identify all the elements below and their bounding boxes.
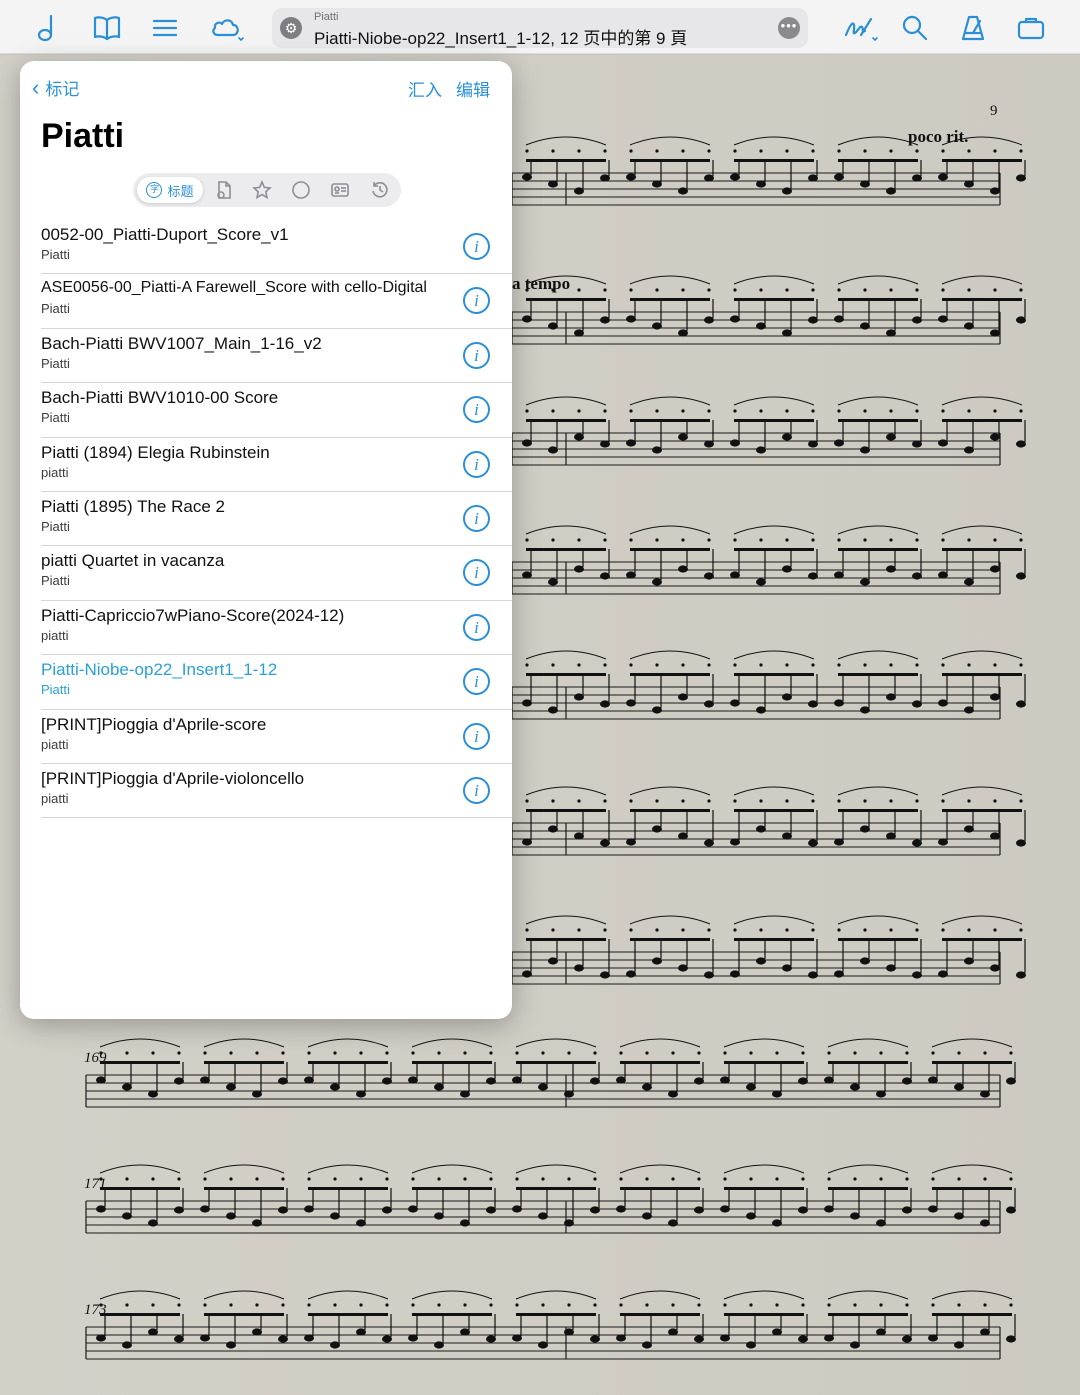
list-item-selected[interactable]: Piatti-Niobe-op22_Insert1_1-12 Piatti i <box>41 655 512 710</box>
list-item[interactable]: Bach-Piatti BWV1007_Main_1-16_v2 Piatti … <box>41 329 512 384</box>
document-title: Piatti-Niobe-op22_Insert1_1-12, 12 页中的第 … <box>314 29 688 48</box>
item-subtitle: piatti <box>41 736 69 752</box>
info-icon[interactable]: i <box>463 776 490 804</box>
info-icon[interactable]: i <box>463 233 490 260</box>
info-icon[interactable]: i <box>463 559 490 587</box>
segment-title-label: 标题 <box>167 183 194 199</box>
segment-circle[interactable] <box>286 177 316 203</box>
card-icon <box>331 183 349 197</box>
item-title: piatti Quartet in vacanza <box>41 551 225 571</box>
chevron-left-icon: ‹ <box>32 74 40 100</box>
gear-icon[interactable]: ⚙ <box>280 17 302 39</box>
item-subtitle: piatti <box>41 464 69 480</box>
list-item[interactable]: [PRINT]Pioggia d'Aprile-score piatti i <box>41 710 512 764</box>
staff <box>511 396 1026 466</box>
item-title: [PRINT]Pioggia d'Aprile-score <box>41 714 267 734</box>
history-icon <box>372 182 388 198</box>
item-subtitle: Piatti <box>41 682 70 698</box>
metronome-icon[interactable] <box>954 9 992 47</box>
item-title: Piatti (1894) Elegia Rubinstein <box>41 442 270 462</box>
list-item[interactable]: [PRINT]Pioggia d'Aprile-violoncello piat… <box>41 764 512 819</box>
list-item[interactable]: Piatti (1895) The Race 2 Piatti i <box>41 492 512 547</box>
item-subtitle: Piatti <box>41 355 70 371</box>
back-label: 标记 <box>45 80 80 99</box>
staff <box>85 1290 1016 1360</box>
measure-number: 173 <box>84 1302 107 1318</box>
staff <box>85 1164 1016 1234</box>
item-title: ASE0056-00_Piatti-A Farewell_Score with … <box>41 279 427 297</box>
star-icon <box>252 180 272 200</box>
segment-history[interactable] <box>365 177 395 203</box>
import-button[interactable]: 汇入 <box>408 76 442 101</box>
search-icon[interactable] <box>896 9 934 47</box>
page-number: 9 <box>990 103 998 119</box>
bookmark-list: 0052-00_Piatti-Duport_Score_v1 Piatti i … <box>20 220 512 819</box>
circle-icon <box>292 181 310 199</box>
cloud-icon[interactable] <box>204 9 250 47</box>
item-subtitle: piatti <box>41 790 69 806</box>
item-title: Piatti-Capriccio7wPiano-Score(2024-12) <box>41 605 345 625</box>
list-icon[interactable] <box>146 9 184 47</box>
tempo-mark-a-tempo: a tempo <box>512 274 571 293</box>
back-button[interactable]: ‹ 标记 <box>32 75 79 100</box>
segment-file[interactable] <box>209 177 239 203</box>
item-title: [PRINT]Pioggia d'Aprile-violoncello <box>41 768 305 788</box>
list-item[interactable]: Bach-Piatti BWV1010-00 Score Piatti i <box>41 383 512 438</box>
info-icon[interactable]: i <box>463 450 490 478</box>
note-icon[interactable] <box>30 9 68 47</box>
item-title: 0052-00_Piatti-Duport_Score_v1 <box>41 225 289 244</box>
edit-button[interactable]: 编辑 <box>456 76 490 101</box>
tempo-mark-poco-rit: poco rit. <box>908 127 969 146</box>
staff <box>85 1038 1016 1108</box>
measure-number: 171 <box>84 1176 107 1192</box>
popover-actions: 汇入 编辑 <box>408 76 490 101</box>
staff <box>511 650 1026 720</box>
popover-title: Piatti <box>41 117 125 155</box>
info-icon[interactable]: i <box>463 396 490 424</box>
item-subtitle: piatti <box>41 627 69 643</box>
segment-card[interactable] <box>325 177 355 203</box>
title-badge-icon: 字 <box>146 182 163 198</box>
staff <box>511 786 1026 856</box>
staff <box>511 915 1026 985</box>
annotate-icon[interactable] <box>838 9 884 47</box>
item-subtitle: Piatti <box>41 247 70 262</box>
segment-title[interactable]: 字 标题 <box>137 177 203 203</box>
item-title: Piatti-Niobe-op22_Insert1_1-12 <box>41 660 278 680</box>
list-item[interactable]: ASE0056-00_Piatti-A Farewell_Score with … <box>41 274 512 329</box>
info-icon[interactable]: i <box>463 668 490 696</box>
item-subtitle: Piatti <box>41 573 70 589</box>
toolbox-icon[interactable] <box>1012 9 1050 47</box>
list-item[interactable]: piatti Quartet in vacanza Piatti i <box>41 546 512 601</box>
item-title: Bach-Piatti BWV1007_Main_1-16_v2 <box>41 333 322 353</box>
item-subtitle: Piatti <box>41 518 70 534</box>
staff <box>511 275 1026 345</box>
list-item[interactable]: Piatti (1894) Elegia Rubinstein piatti i <box>41 438 512 492</box>
info-icon[interactable]: i <box>463 341 490 369</box>
info-icon[interactable]: i <box>463 504 490 532</box>
info-icon[interactable]: i <box>463 613 490 641</box>
file-icon <box>217 181 231 199</box>
info-icon[interactable]: i <box>463 287 490 315</box>
book-icon[interactable] <box>88 9 126 47</box>
document-title-bar[interactable]: ⚙ Piatti Piatti-Niobe-op22_Insert1_1-12,… <box>272 8 808 48</box>
list-item[interactable]: 0052-00_Piatti-Duport_Score_v1 Piatti i <box>41 220 512 275</box>
staff <box>511 136 1026 206</box>
segment-favorites[interactable] <box>247 177 277 203</box>
info-icon[interactable]: i <box>463 722 490 750</box>
list-item[interactable]: Piatti-Capriccio7wPiano-Score(2024-12) p… <box>41 601 512 656</box>
item-title: Bach-Piatti BWV1010-00 Score <box>41 388 279 408</box>
item-title: Piatti (1895) The Race 2 <box>41 496 225 516</box>
sort-segmented-control: 字 标题 <box>133 173 401 207</box>
measure-number: 169 <box>84 1050 107 1066</box>
top-toolbar: ⚙ Piatti Piatti-Niobe-op22_Insert1_1-12,… <box>0 0 1080 54</box>
item-subtitle: Piatti <box>41 301 70 317</box>
bookmarks-popover: ‹ 标记 汇入 编辑 Piatti 字 标题 0052-00_Piatti-Du… <box>20 61 512 1019</box>
document-composer: Piatti <box>314 11 339 23</box>
item-subtitle: Piatti <box>41 410 70 426</box>
staff <box>511 525 1026 595</box>
more-icon[interactable]: ••• <box>778 17 800 39</box>
